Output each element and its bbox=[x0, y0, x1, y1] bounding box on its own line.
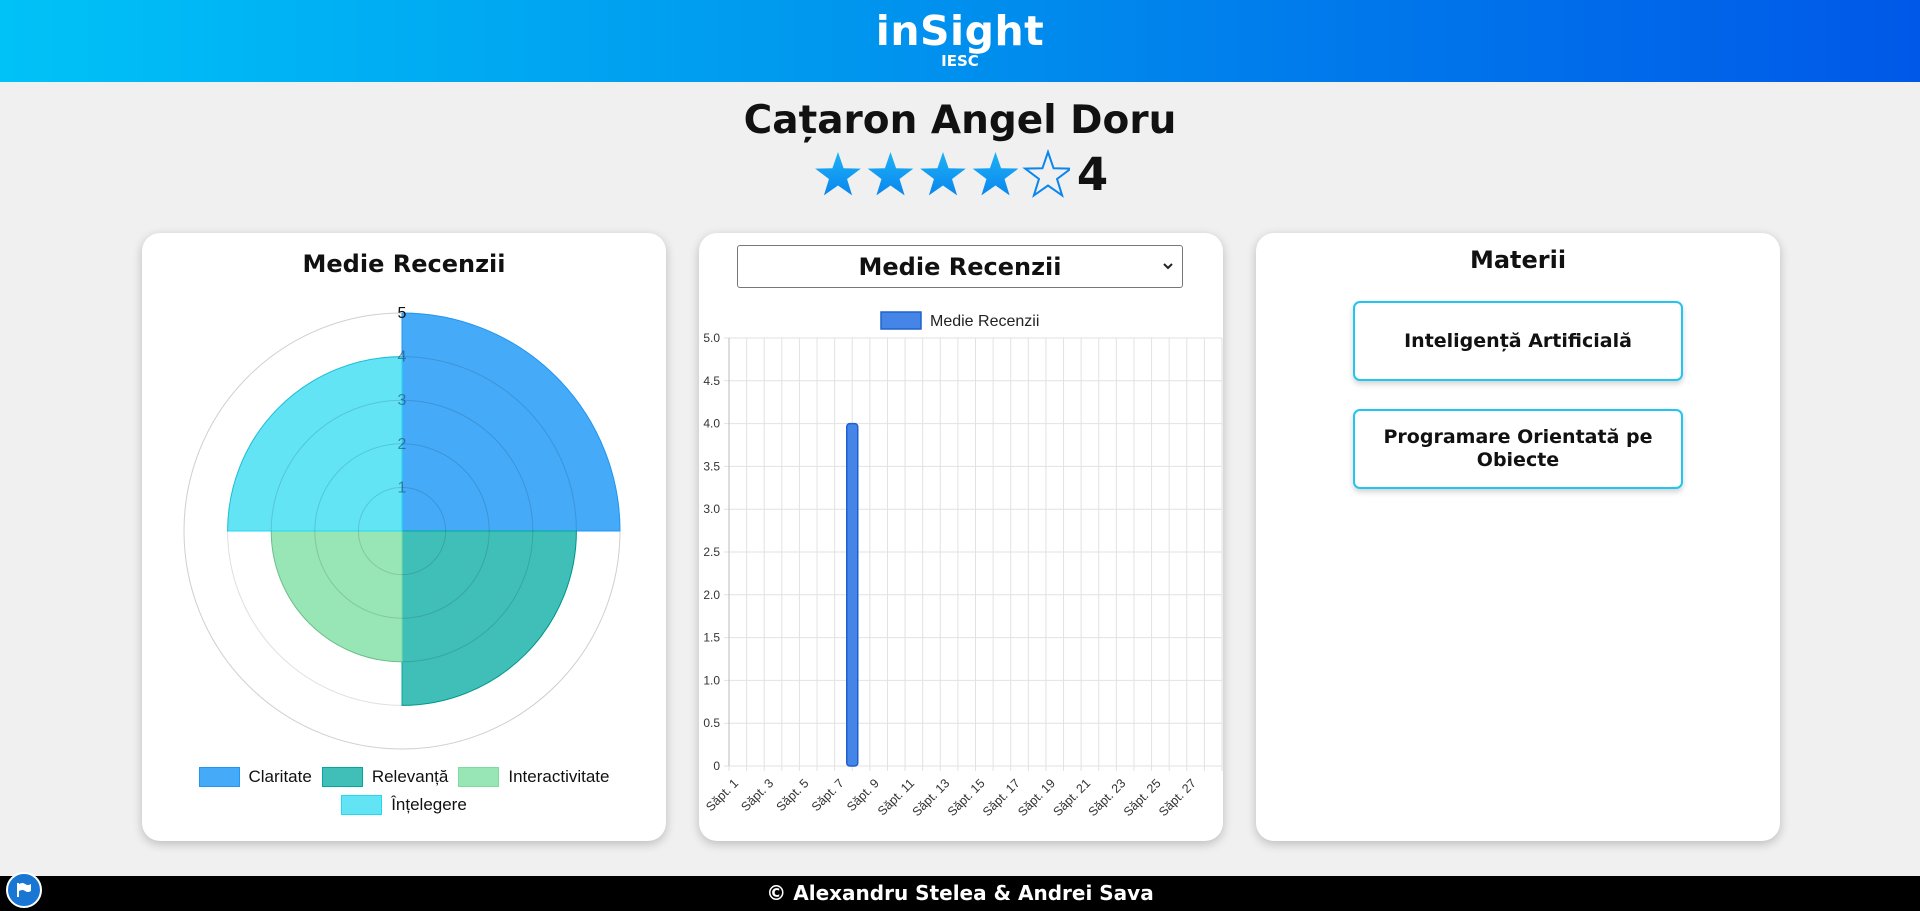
bar-y-tick-label: 0.5 bbox=[703, 716, 720, 730]
brand-subtitle: IESC bbox=[941, 52, 979, 70]
weekly-reviews-card: Medie Recenzii Medie Recenzii 0 0.5 1.0 1.5 2… bbox=[699, 233, 1223, 841]
bar-y-tick-label: 4.0 bbox=[703, 417, 720, 431]
bar-x-tick-label: Săpt. 7 bbox=[809, 776, 847, 814]
subject-button-ai[interactable]: Inteligență Artificială bbox=[1353, 301, 1683, 381]
legend-label: Interactivitate bbox=[508, 767, 610, 786]
star-filled-icon bbox=[867, 152, 914, 196]
polar-slice-claritate bbox=[401, 312, 621, 532]
bar-x-tick-label: Săpt. 25 bbox=[1121, 776, 1164, 819]
polar-tick-label: 1 bbox=[398, 479, 407, 496]
polar-slice-relevanta bbox=[401, 530, 577, 706]
polar-slice-interactivitate bbox=[270, 530, 403, 663]
bar-y-tick-label: 0 bbox=[713, 759, 720, 773]
legend-item[interactable]: Interactivitate bbox=[458, 763, 609, 791]
polar-tick-label: 2 bbox=[398, 436, 407, 453]
weekly-bar-chart: Medie Recenzii 0 0.5 1.0 1.5 2.0 2.5 3.0 3.5 4.0 4… bbox=[703, 311, 1223, 819]
polar-chart-legend: Claritate Relevanță Interactivitate Înțeleg… bbox=[142, 763, 666, 819]
flag-glyph-icon bbox=[17, 883, 31, 897]
bar-x-tick-label: Săpt. 23 bbox=[1086, 776, 1129, 819]
legend-label: Claritate bbox=[248, 767, 312, 786]
card-title-subjects: Materii bbox=[1469, 246, 1567, 274]
rating-stars: 4 bbox=[0, 147, 1920, 203]
polar-tick-label: 3 bbox=[398, 392, 407, 409]
star-filled-icon bbox=[920, 152, 966, 196]
legend-item[interactable]: Înțelegere bbox=[341, 791, 467, 819]
bar-legend-label: Medie Recenzii bbox=[930, 313, 1039, 330]
bar-y-tick-label: 2.5 bbox=[703, 545, 720, 559]
polar-tick-label: 4 bbox=[398, 349, 407, 366]
bar-legend-swatch bbox=[880, 311, 922, 330]
bar-y-tick-label: 2.0 bbox=[703, 588, 720, 602]
star-rating-icons bbox=[815, 149, 1070, 198]
brand-logo-text[interactable]: inSight bbox=[0, 0, 1920, 52]
bar-x-tick-label: Săpt. 1 bbox=[703, 776, 741, 814]
bar-x-tick-label: Săpt. 5 bbox=[774, 776, 812, 814]
professor-name: Cațaron Angel Doru bbox=[743, 98, 1177, 143]
bar-y-tick-label: 5.0 bbox=[703, 331, 720, 345]
legend-swatch bbox=[458, 767, 500, 787]
polar-area-chart: 1 2 3 4 5 bbox=[183, 305, 621, 750]
legend-swatch bbox=[198, 767, 240, 787]
flag-icon[interactable] bbox=[6, 872, 42, 908]
polar-tick-label: 5 bbox=[398, 305, 407, 322]
legend-label: Înțelegere bbox=[391, 795, 467, 814]
legend-item[interactable]: Claritate bbox=[198, 763, 312, 791]
legend-label: Relevanță bbox=[371, 767, 449, 786]
bar-x-tick-label: Săpt. 17 bbox=[980, 776, 1023, 819]
subjects-card: Materii Inteligență Artificială Programa… bbox=[1256, 233, 1780, 841]
star-filled-icon bbox=[815, 152, 861, 196]
star-filled-icon bbox=[972, 152, 1019, 196]
legend-swatch bbox=[321, 767, 363, 787]
legend-swatch bbox=[341, 795, 383, 815]
bar-y-tick-label: 3.5 bbox=[703, 459, 720, 473]
bar-x-tick-label: Săpt. 19 bbox=[1015, 776, 1058, 819]
bar-x-tick-label: Săpt. 11 bbox=[875, 776, 917, 818]
rating-value: 4 bbox=[1076, 148, 1109, 201]
bar-x-tick-label: Săpt. 21 bbox=[1050, 776, 1093, 819]
bar-y-tick-label: 4.5 bbox=[703, 374, 720, 388]
bar-spt7 bbox=[846, 422, 859, 767]
polar-slice-intelegere bbox=[227, 356, 403, 532]
reviews-average-card: Medie Recenzii 12345 Claritate Relevanță I… bbox=[142, 233, 666, 841]
star-empty-icon bbox=[1022, 149, 1070, 198]
footer-credits: © Alexandru Stelea & Andrei Sava bbox=[0, 876, 1920, 911]
top-header-bar: inSight IESC bbox=[0, 0, 1920, 82]
bar-x-tick-label: Săpt. 3 bbox=[738, 776, 776, 814]
bar-y-tick-label: 1.0 bbox=[703, 673, 720, 687]
legend-item[interactable]: Relevanță bbox=[321, 763, 449, 791]
bar-y-tick-label: 3.0 bbox=[703, 502, 720, 516]
bar-x-tick-label: Săpt. 27 bbox=[1156, 776, 1199, 819]
bar-x-tick-label: Săpt. 13 bbox=[910, 776, 953, 819]
bar-y-tick-label: 1.5 bbox=[703, 631, 720, 645]
subject-button-oop[interactable]: Programare Orientată pe Obiecte bbox=[1353, 409, 1683, 489]
bar-x-tick-label: Săpt. 15 bbox=[945, 776, 988, 819]
